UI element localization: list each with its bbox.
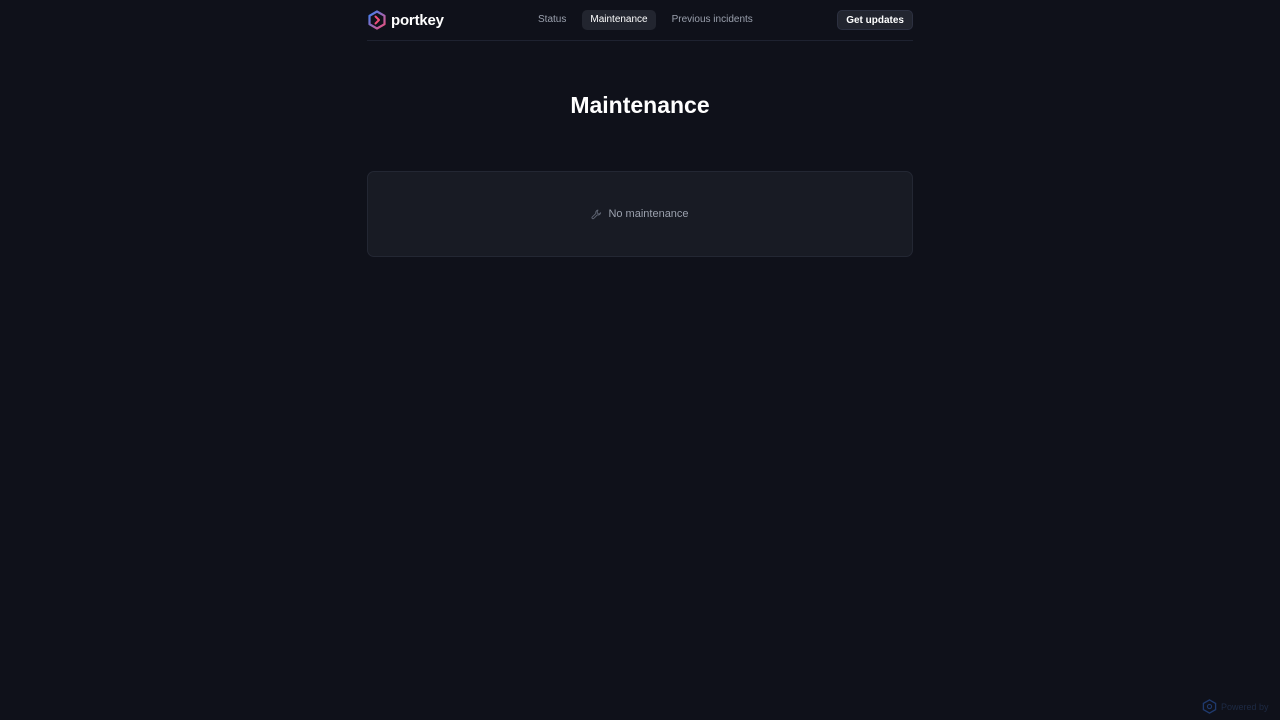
tab-status[interactable]: Status [530,10,574,30]
wrench-icon [591,209,602,219]
empty-state-card: No maintenance [367,171,913,257]
page-title: Maintenance [570,92,710,118]
portkey-logo-icon [368,10,386,30]
tab-previous-incidents[interactable]: Previous incidents [664,10,761,30]
powered-by-text: Powered by [1221,701,1269,712]
hexagon-logo-icon [1202,699,1217,714]
get-updates-button[interactable]: Get updates [837,10,913,30]
brand-name: portkey [391,11,444,29]
main-nav: Status Maintenance Previous incidents [530,10,761,30]
top-header: portkey Status Maintenance Previous inci… [367,0,913,41]
status-page: portkey Status Maintenance Previous inci… [0,0,1280,720]
powered-by-badge[interactable]: Powered by [1202,699,1269,714]
tab-maintenance[interactable]: Maintenance [582,10,656,30]
empty-state-text: No maintenance [608,208,689,220]
brand-link[interactable]: portkey [367,10,444,30]
